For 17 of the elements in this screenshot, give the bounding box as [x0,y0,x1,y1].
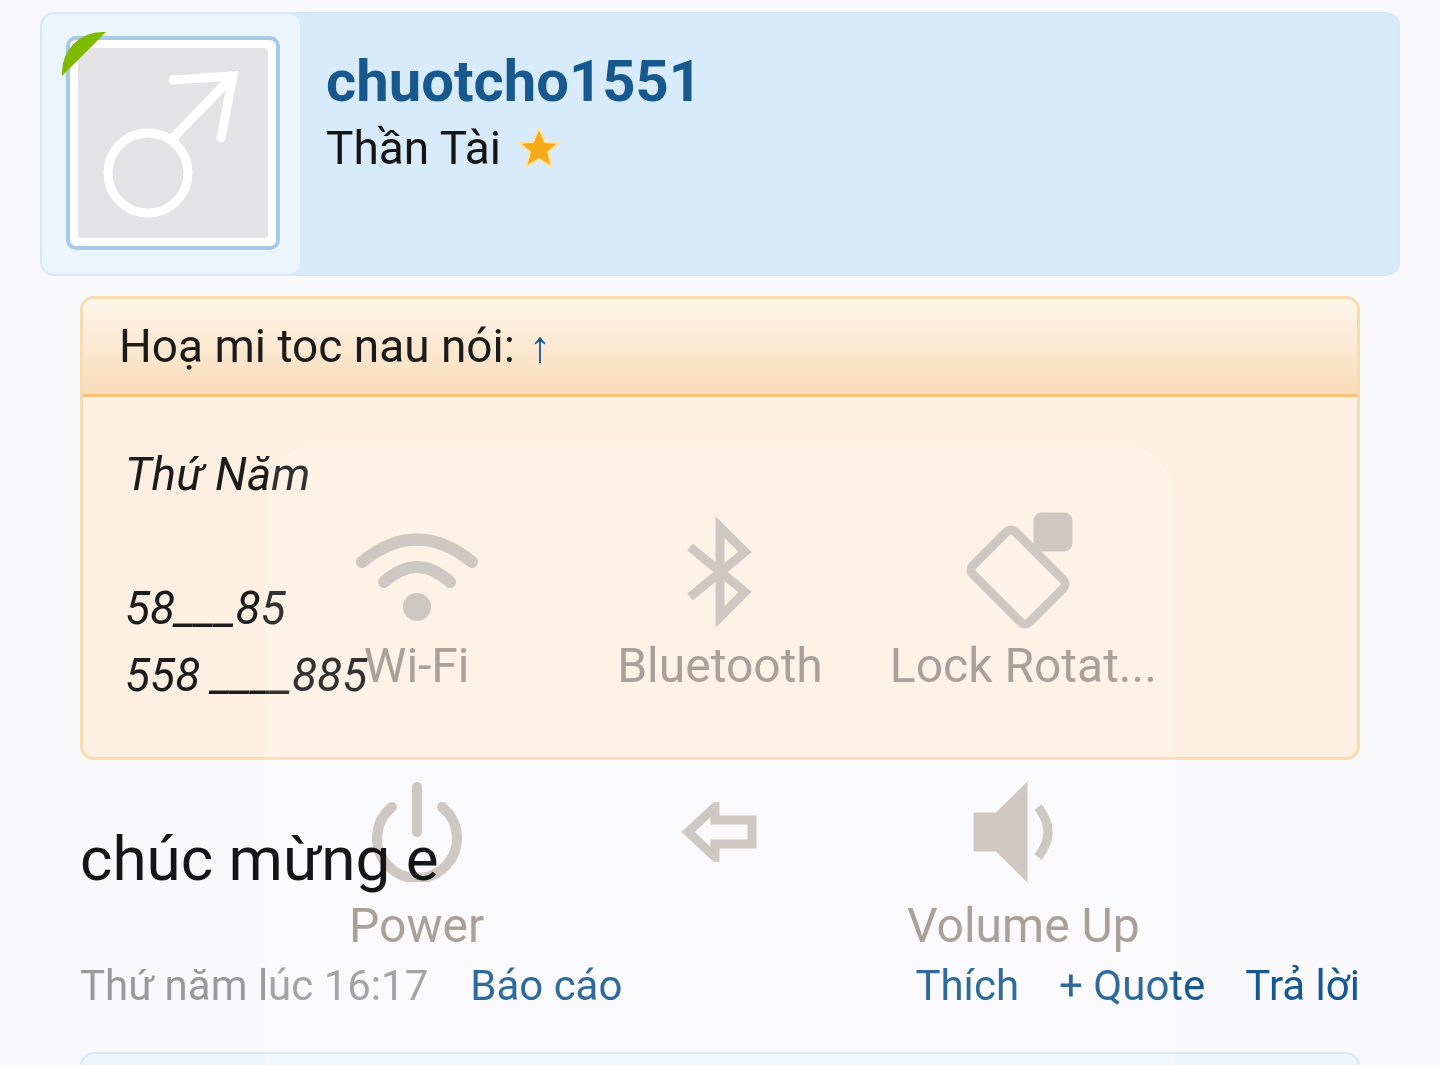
user-title: Thần Tài [326,125,501,171]
quote-line: 58___85 [125,580,286,637]
post-action-link[interactable]: Thích [915,954,1020,1017]
post-action-link[interactable]: Trả lời [1245,954,1360,1017]
quote-author: Hoạ mi toc nau nói: [119,318,515,375]
message-text: chúc mừng e [80,822,439,895]
jump-to-post-link[interactable]: ↑ [528,313,551,380]
post-action-link[interactable]: + Quote [1059,954,1206,1017]
menu-label: Volume Up [907,902,1140,950]
quote-line: Thứ Năm [125,446,311,503]
post-action-link[interactable]: Báo cáo [470,954,623,1017]
menu-label: Bluetooth [617,642,823,690]
back-arrow-icon [680,802,760,862]
menu-label: Power [349,902,485,950]
menu-label: Lock Rotat... [889,642,1157,690]
post-time: Thứ năm lúc 16:17 [80,960,429,1012]
username[interactable]: chuotcho1551 [326,52,703,110]
